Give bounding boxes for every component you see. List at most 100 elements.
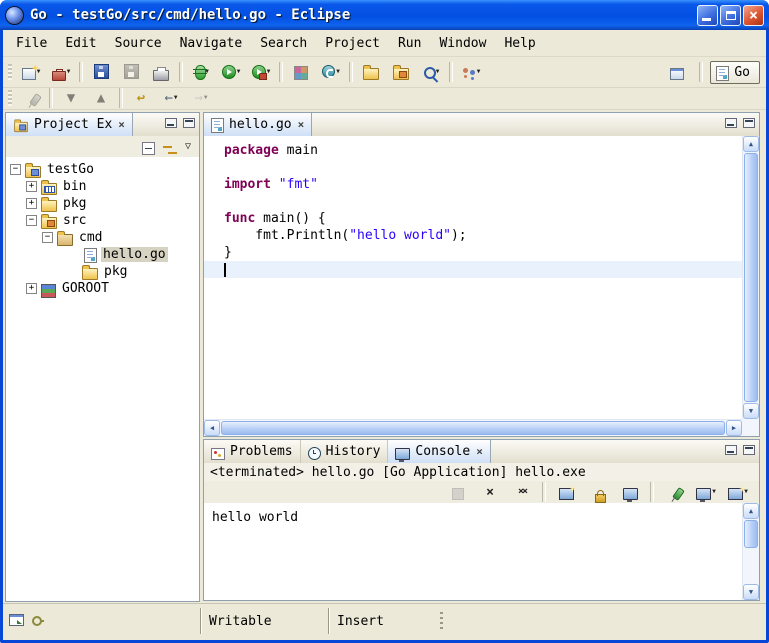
- tree-item-testgo[interactable]: − testGo: [6, 161, 199, 178]
- tree-item-bin[interactable]: + bin: [6, 178, 199, 195]
- next-annotation-button[interactable]: ▼: [56, 85, 86, 111]
- maximize-button[interactable]: [720, 5, 741, 26]
- clear-console-button[interactable]: [551, 479, 581, 505]
- code-area[interactable]: package main import "fmt" func main() { …: [204, 136, 742, 419]
- editor-vertical-scrollbar[interactable]: ▲ ▼: [742, 136, 759, 419]
- scroll-right-button[interactable]: ▶: [726, 420, 742, 436]
- terminate-button[interactable]: [443, 479, 473, 505]
- display-console-button[interactable]: ▼: [691, 479, 721, 505]
- scrollbar-thumb[interactable]: [221, 421, 725, 435]
- tree-item-cmd[interactable]: − cmd: [6, 229, 199, 246]
- minimize-view-button[interactable]: [165, 118, 177, 128]
- run-button[interactable]: ▼: [216, 59, 246, 85]
- close-button[interactable]: ×: [743, 5, 764, 26]
- editor-horizontal-scrollbar[interactable]: ◀ ▶: [204, 419, 742, 436]
- console-toolbar: × ×× ▼ ▼: [204, 481, 759, 504]
- maximize-view-button[interactable]: [183, 118, 195, 128]
- menu-project[interactable]: Project: [316, 33, 389, 54]
- open-perspective-button[interactable]: [662, 59, 692, 85]
- scroll-up-button[interactable]: ▲: [743, 136, 759, 152]
- menu-window[interactable]: Window: [430, 33, 495, 54]
- fast-view-icon[interactable]: [9, 614, 24, 626]
- menu-edit[interactable]: Edit: [56, 33, 105, 54]
- scroll-down-button[interactable]: ▼: [743, 403, 759, 419]
- new-wizard-button[interactable]: ▼: [16, 59, 46, 85]
- search-button[interactable]: ▼: [416, 59, 446, 85]
- toolbar-separator: [699, 62, 703, 82]
- toolbar-grip[interactable]: [8, 90, 12, 106]
- expand-box-icon[interactable]: +: [26, 181, 37, 192]
- close-view-icon[interactable]: ×: [118, 119, 125, 130]
- minimize-view-button[interactable]: [725, 445, 737, 455]
- console-output[interactable]: hello world ▲ ▼: [204, 503, 759, 600]
- maximize-view-button[interactable]: [743, 445, 755, 455]
- external-tools-button[interactable]: ▼: [246, 59, 276, 85]
- back-button[interactable]: ←▼: [156, 85, 186, 111]
- open-console-button[interactable]: ▼: [723, 479, 753, 505]
- open-resource-button[interactable]: [386, 59, 416, 85]
- collapse-box-icon[interactable]: −: [10, 164, 21, 175]
- team-people-icon: [462, 68, 476, 80]
- scrollbar-thumb[interactable]: [744, 520, 758, 548]
- remove-launch-button[interactable]: ×: [475, 479, 505, 505]
- save-icon: [94, 64, 109, 79]
- remove-all-launches-button[interactable]: ××: [507, 479, 537, 505]
- view-menu-icon[interactable]: ▽: [185, 142, 191, 152]
- tree-item-hello-go[interactable]: hello.go: [6, 246, 199, 263]
- menu-search[interactable]: Search: [251, 33, 316, 54]
- tree-item-pkg-src[interactable]: pkg: [6, 263, 199, 280]
- scrollbar-thumb[interactable]: [744, 153, 758, 402]
- menu-file[interactable]: File: [7, 33, 56, 54]
- link-with-editor-icon[interactable]: [163, 145, 177, 155]
- tab-hello-go[interactable]: hello.go ×: [204, 113, 312, 136]
- toolbar-grip[interactable]: [8, 64, 12, 80]
- scroll-lock-button[interactable]: [583, 479, 613, 505]
- new-project-button[interactable]: ▼: [46, 59, 76, 85]
- previous-annotation-button[interactable]: ▲: [86, 85, 116, 111]
- scroll-down-button[interactable]: ▼: [743, 584, 759, 600]
- menu-run[interactable]: Run: [389, 33, 430, 54]
- scroll-up-button[interactable]: ▲: [743, 503, 759, 519]
- forward-button[interactable]: →▼: [186, 85, 216, 111]
- word-wrap-button[interactable]: [615, 479, 645, 505]
- maximize-view-button[interactable]: [743, 118, 755, 128]
- print-icon: [153, 70, 169, 81]
- team-button[interactable]: ▼: [456, 59, 486, 85]
- trim-key-icon[interactable]: [32, 615, 43, 626]
- expand-box-icon[interactable]: +: [26, 283, 37, 294]
- save-all-button[interactable]: [116, 59, 146, 85]
- last-edit-location-button[interactable]: ↩: [126, 85, 156, 111]
- close-tab-icon[interactable]: ×: [476, 446, 483, 457]
- collapse-all-icon[interactable]: [142, 142, 155, 155]
- minimize-button[interactable]: [697, 5, 718, 26]
- collapse-box-icon[interactable]: −: [42, 232, 53, 243]
- problems-icon: [211, 448, 225, 460]
- menu-help[interactable]: Help: [495, 33, 544, 54]
- go-tools-button[interactable]: ▼: [316, 59, 346, 85]
- pin-console-button[interactable]: [659, 479, 689, 505]
- menu-navigate[interactable]: Navigate: [171, 33, 252, 54]
- scroll-left-button[interactable]: ◀: [204, 420, 220, 436]
- open-folder-button[interactable]: [356, 59, 386, 85]
- tab-console[interactable]: Console ×: [388, 440, 490, 463]
- up-arrow-icon: ▲: [749, 507, 753, 515]
- console-vertical-scrollbar[interactable]: ▲ ▼: [742, 503, 759, 600]
- tree-item-pkg[interactable]: + pkg: [6, 195, 199, 212]
- tree-item-src[interactable]: − src: [6, 212, 199, 229]
- minimize-view-button[interactable]: [725, 118, 737, 128]
- print-button[interactable]: [146, 59, 176, 85]
- tab-project-explorer[interactable]: Project Ex ×: [6, 113, 133, 136]
- menu-source[interactable]: Source: [106, 33, 171, 54]
- pin-editor-button[interactable]: [16, 85, 46, 111]
- go-perspective-button[interactable]: Go: [710, 61, 760, 84]
- save-button[interactable]: [86, 59, 116, 85]
- expand-box-icon[interactable]: +: [26, 198, 37, 209]
- project-tree[interactable]: − testGo + bin + pkg −: [6, 157, 199, 601]
- collapse-box-icon[interactable]: −: [26, 215, 37, 226]
- tab-problems[interactable]: Problems: [204, 440, 301, 463]
- go-new-package-button[interactable]: [286, 59, 316, 85]
- close-tab-icon[interactable]: ×: [298, 119, 305, 130]
- tree-item-goroot[interactable]: + GOROOT: [6, 280, 199, 297]
- tab-history[interactable]: History: [301, 440, 389, 463]
- debug-button[interactable]: ▼: [186, 59, 216, 85]
